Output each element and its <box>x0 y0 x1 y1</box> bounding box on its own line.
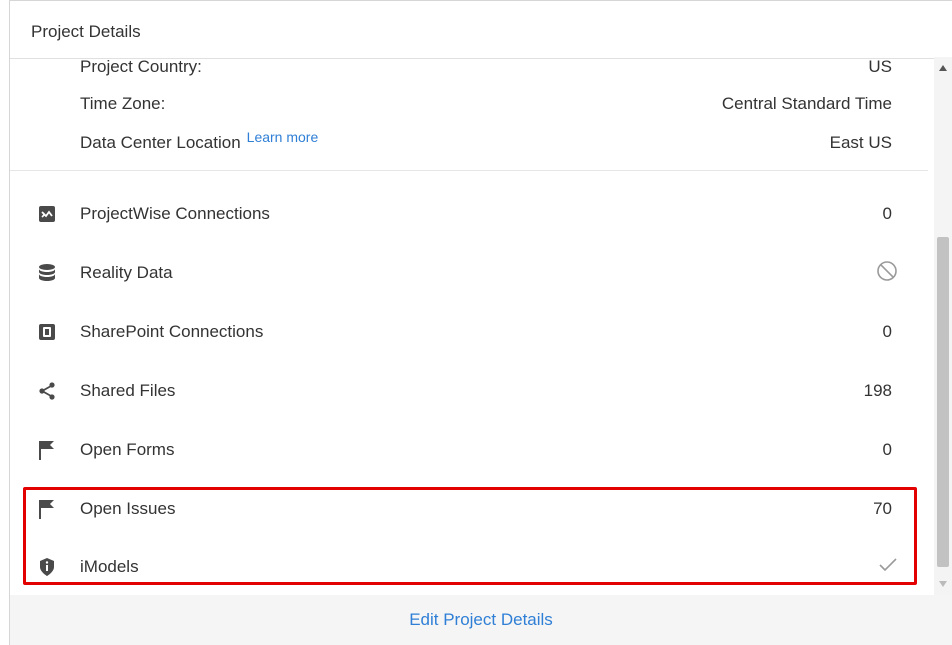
service-row-open-forms[interactable]: Open Forms 0 <box>10 430 928 470</box>
service-label: SharePoint Connections <box>80 322 264 341</box>
service-row-sharepoint[interactable]: SharePoint Connections 0 <box>10 312 928 352</box>
edit-project-details-link[interactable]: Edit Project Details <box>409 610 553 630</box>
highlight-box <box>23 487 917 585</box>
service-value: 198 <box>863 381 892 400</box>
panel-title: Project Details <box>31 22 141 41</box>
learn-more-link[interactable]: Learn more <box>247 129 319 145</box>
scroll-thumb[interactable] <box>937 237 949 567</box>
country-value: US <box>868 57 892 76</box>
datacenter-label-text: Data Center Location <box>80 133 241 152</box>
panel-footer: Edit Project Details <box>10 595 952 645</box>
scroll-up-icon[interactable] <box>934 57 952 79</box>
sharepoint-icon <box>37 322 57 342</box>
datacenter-label: Data Center Location Learn more <box>80 129 318 153</box>
service-row-shared-files[interactable]: Shared Files 198 <box>10 371 928 411</box>
service-row-projectwise[interactable]: ProjectWise Connections 0 <box>10 194 928 234</box>
service-label: Reality Data <box>80 263 173 282</box>
service-label: Shared Files <box>80 381 176 400</box>
prohibited-icon <box>876 260 898 287</box>
detail-row-timezone: Time Zone: Central Standard Time <box>10 84 928 124</box>
projectwise-icon <box>37 204 57 224</box>
project-details-panel: Project Details Project Country: US Time… <box>9 0 952 645</box>
service-row-reality-data[interactable]: Reality Data <box>10 253 928 293</box>
service-value: 0 <box>882 322 892 341</box>
datacenter-value: East US <box>829 133 892 152</box>
database-icon <box>37 263 57 283</box>
timezone-value: Central Standard Time <box>721 94 892 113</box>
scrollbar[interactable] <box>934 57 952 595</box>
country-label: Project Country: <box>80 57 202 76</box>
service-value: 0 <box>882 204 892 223</box>
scroll-down-icon[interactable] <box>934 573 952 595</box>
service-label: ProjectWise Connections <box>80 204 270 223</box>
detail-row-datacenter: Data Center Location Learn more East US <box>10 123 928 163</box>
flag-icon <box>37 440 57 460</box>
detail-row-country: Project Country: US <box>10 47 928 87</box>
section-divider <box>10 170 928 171</box>
timezone-label: Time Zone: <box>80 94 166 113</box>
service-label: Open Forms <box>80 440 175 459</box>
share-icon <box>37 381 57 401</box>
service-value: 0 <box>882 440 892 459</box>
